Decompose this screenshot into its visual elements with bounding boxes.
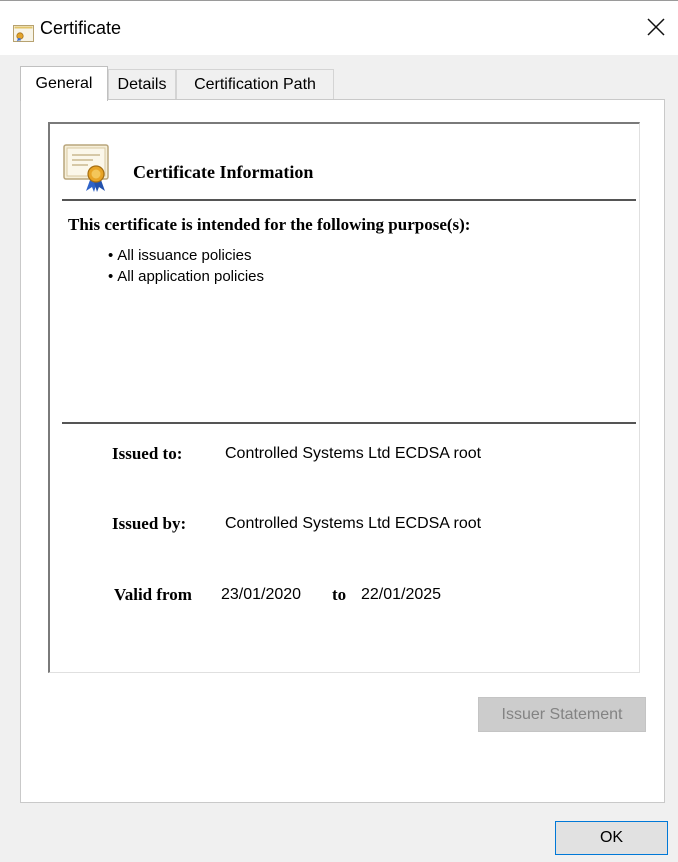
tab-general[interactable]: General <box>20 66 108 101</box>
purpose-item: All issuance policies <box>108 245 264 266</box>
issued-by-value: Controlled Systems Ltd ECDSA root <box>225 515 482 532</box>
tab-details[interactable]: Details <box>108 69 176 99</box>
purpose-heading: This certificate is intended for the fol… <box>68 215 471 234</box>
ok-button[interactable]: OK <box>555 821 668 855</box>
issued-to-label: Issued to: <box>112 444 183 463</box>
general-tab-panel: Certificate Information This certificate… <box>20 99 665 803</box>
separator <box>62 199 636 201</box>
certificate-information-box: Certificate Information This certificate… <box>48 122 640 673</box>
issued-to-value: Controlled Systems Ltd ECDSA root <box>225 445 482 462</box>
separator <box>62 422 636 424</box>
window-title: Certificate <box>40 18 122 38</box>
certificate-icon <box>13 25 34 42</box>
purpose-item: All application policies <box>108 266 264 287</box>
close-button[interactable] <box>634 2 678 52</box>
valid-from-value: 23/01/2020 <box>221 586 302 603</box>
issued-by-label: Issued by: <box>112 514 187 533</box>
close-icon <box>647 18 665 36</box>
valid-to-label: to <box>332 585 347 604</box>
issuer-statement-button[interactable]: Issuer Statement <box>478 697 646 732</box>
valid-to-value: 22/01/2025 <box>361 586 442 603</box>
tab-strip: General Details Certification Path <box>20 66 670 101</box>
tab-certification-path[interactable]: Certification Path <box>176 69 334 99</box>
info-title: Certificate Information <box>133 162 314 182</box>
purpose-list: All issuance policies All application po… <box>108 245 264 287</box>
title-bar: Certificate <box>0 0 678 55</box>
certificate-dialog: Certificate General Details Certificatio… <box>0 0 678 862</box>
certificate-ribbon-icon <box>63 142 115 192</box>
valid-from-label: Valid from <box>114 585 192 604</box>
